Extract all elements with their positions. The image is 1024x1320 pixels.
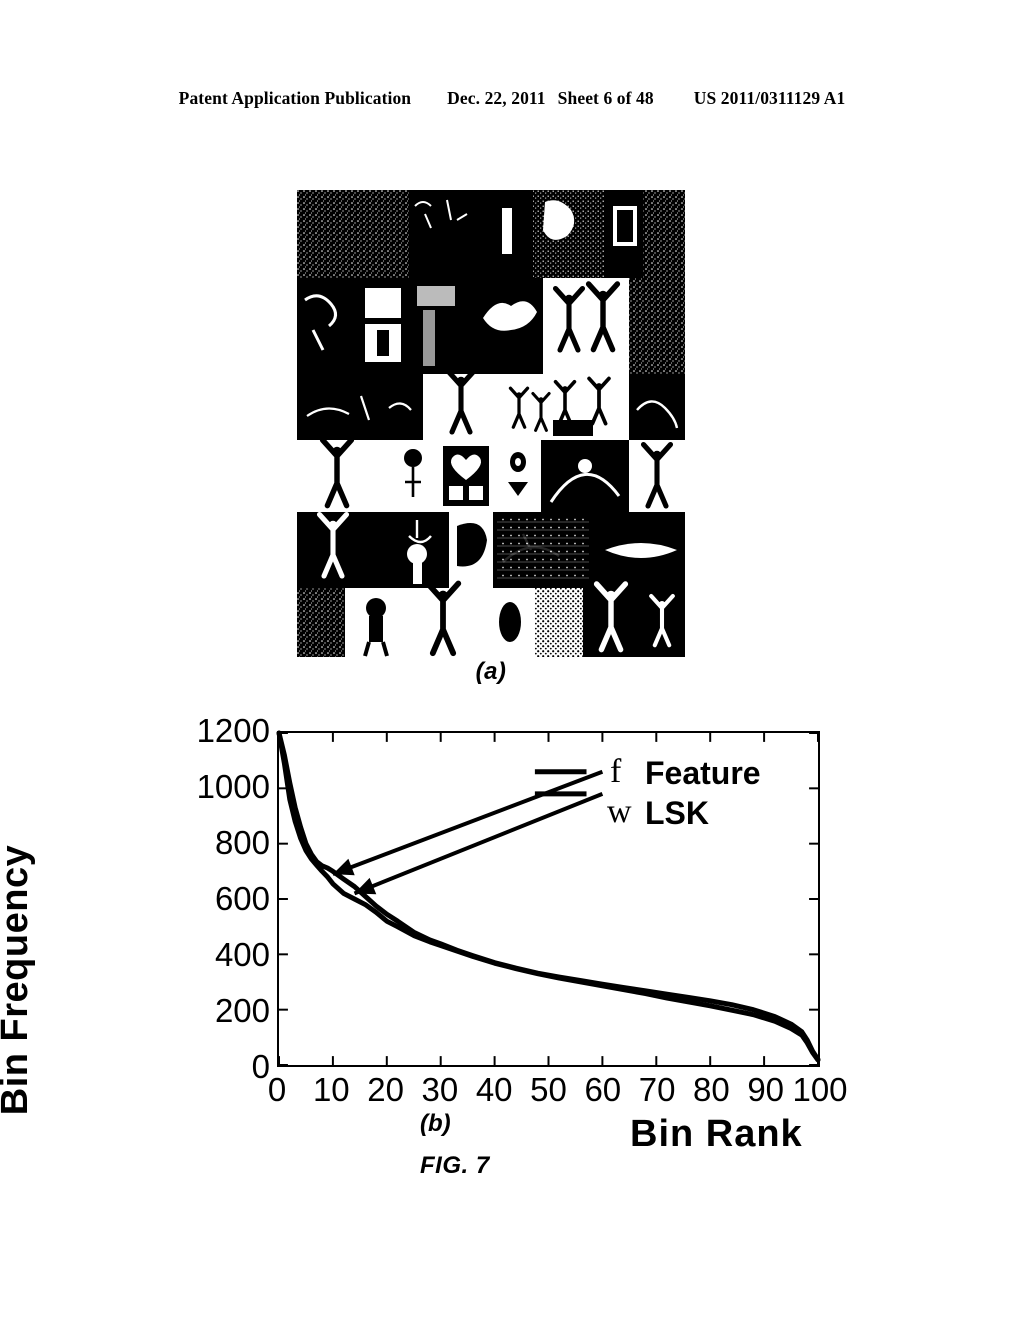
y-tick-1200: 1200 [196,712,270,749]
y-tick-600: 600 [214,880,270,917]
header-publication-number: US 2011/0311129 A1 [693,88,846,108]
patent-header: Patent Application Publication Dec. 22, … [0,88,1024,109]
plot-area: f Feature w LSK [276,730,821,1067]
panel-b-label: (b) [420,1110,451,1137]
x-tick-50: 50 [530,1071,567,1108]
x-tick-20: 20 [367,1071,404,1108]
y-axis-label: Bin Frequency [0,844,36,1116]
header-publication: Patent Application Publication [178,88,412,108]
legend-label-feature: Feature [645,755,761,791]
x-tick-30: 30 [421,1071,459,1108]
figure-panel-b: Bin Frequency 0 200 400 600 800 1000 1200 f Fe… [0,700,1024,1200]
figure-caption: FIG. 7 [420,1152,490,1179]
legend-symbol-feature: f [610,753,622,790]
x-tick-70: 70 [638,1071,676,1108]
header-sheet: Sheet 6 of 48 [557,88,654,108]
x-tick-80: 80 [693,1071,730,1108]
arrow-to-lsk-curve [353,792,604,896]
x-axis-tick-labels: 0 10 20 30 40 50 60 70 80 90 100 [268,1071,848,1116]
x-tick-90: 90 [747,1071,785,1108]
y-tick-800: 800 [214,824,270,861]
annotation-arrows [332,769,604,896]
x-tick-40: 40 [475,1071,513,1108]
y-tick-400: 400 [214,936,270,973]
x-tick-0: 0 [267,1071,287,1108]
y-tick-200: 200 [214,992,270,1029]
x-tick-10: 10 [312,1071,350,1108]
arrow-to-feature-curve [332,769,604,876]
legend-label-lsk: LSK [645,795,709,831]
y-tick-1000: 1000 [196,768,270,805]
y-tick-0: 0 [251,1048,270,1085]
panel-a-label: (a) [475,658,507,685]
legend-symbol-lsk: w [607,793,632,830]
arrow-to-feature-curve-head [332,858,355,876]
x-tick-100: 100 [792,1071,848,1108]
y-axis-tick-labels: 0 200 400 600 800 1000 1200 [175,700,270,1100]
x-axis-label: Bin Rank [630,1113,803,1155]
image-collage [297,190,685,657]
header-date: Dec. 22, 2011 [447,88,546,108]
figure-panel-a [297,190,685,657]
x-tick-60: 60 [584,1071,622,1108]
